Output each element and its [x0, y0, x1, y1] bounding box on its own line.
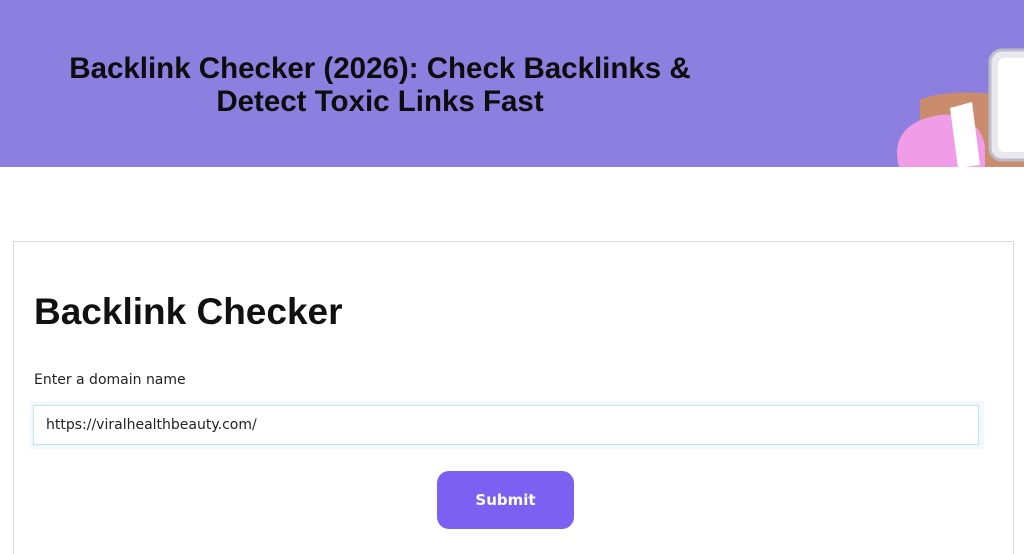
domain-field-label: Enter a domain name — [34, 372, 186, 388]
backlink-checker-card: Backlink Checker Enter a domain name Sub… — [13, 241, 1014, 554]
submit-button[interactable]: Submit — [437, 471, 574, 529]
checker-title: Backlink Checker — [34, 291, 343, 332]
page-title: Backlink Checker (2026): Check Backlinks… — [30, 52, 730, 118]
hand-holding-phone-illustration — [896, 48, 1024, 167]
page-title-line-1: Backlink Checker (2026): Check Backlinks… — [69, 52, 691, 85]
page-title-line-2: Detect Toxic Links Fast — [216, 85, 544, 118]
hero-banner: Backlink Checker (2026): Check Backlinks… — [0, 0, 1024, 167]
domain-input[interactable] — [33, 405, 979, 445]
domain-input-wrapper — [30, 401, 984, 449]
